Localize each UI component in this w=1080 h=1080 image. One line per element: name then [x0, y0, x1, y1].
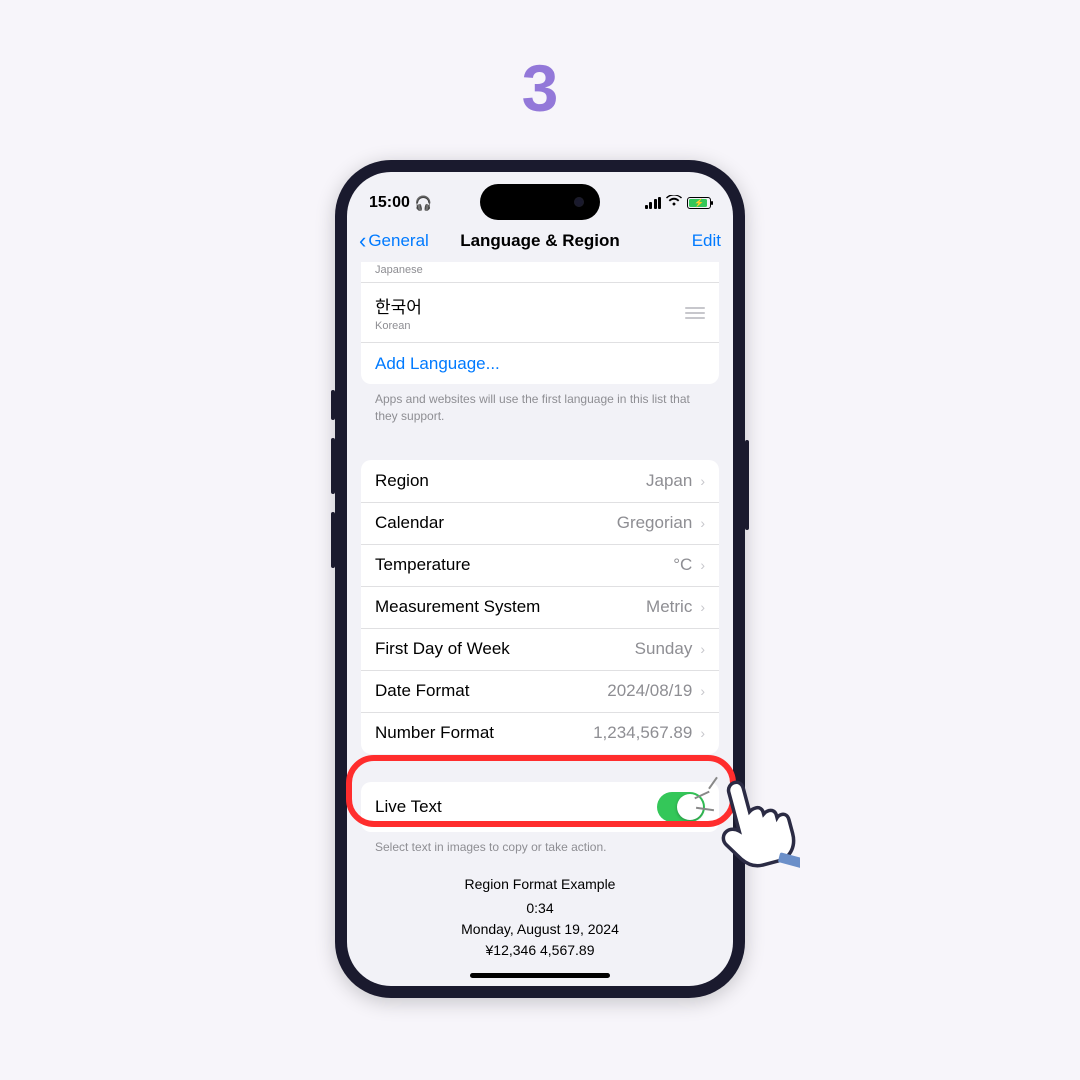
chevron-right-icon: › — [700, 725, 705, 741]
home-indicator[interactable] — [470, 973, 610, 978]
dynamic-island — [480, 184, 600, 220]
date-format-row[interactable]: Date Format 2024/08/19› — [361, 670, 719, 712]
battery-icon: ⚡ — [687, 197, 711, 209]
phone-frame: 15:00 🎧 ⚡ ‹ General Language & Region Ed… — [335, 160, 745, 998]
language-native: 한국어 — [375, 293, 422, 318]
cellular-icon — [645, 197, 662, 209]
language-row-korean[interactable]: 한국어 Korean — [361, 282, 719, 342]
measurement-row[interactable]: Measurement System Metric› — [361, 586, 719, 628]
cursor-hand-icon — [700, 770, 800, 885]
language-row-japanese[interactable]: Japanese — [361, 264, 719, 282]
live-text-group: Live Text — [361, 782, 719, 832]
region-format-example: Region Format Example 0:34 Monday, Augus… — [347, 862, 733, 975]
wifi-icon — [666, 194, 682, 212]
number-format-row[interactable]: Number Format 1,234,567.89› — [361, 712, 719, 754]
calendar-row[interactable]: Calendar Gregorian› — [361, 502, 719, 544]
live-text-row: Live Text — [361, 782, 719, 832]
language-footer-text: Apps and websites will use the first lan… — [347, 384, 733, 432]
chevron-right-icon: › — [700, 515, 705, 531]
chevron-right-icon: › — [700, 473, 705, 489]
add-language-button[interactable]: Add Language... — [361, 342, 719, 384]
chevron-right-icon: › — [700, 557, 705, 573]
edit-button[interactable]: Edit — [692, 231, 721, 251]
language-english: Korean — [375, 320, 422, 332]
chevron-right-icon: › — [700, 599, 705, 615]
drag-handle-icon[interactable] — [685, 307, 705, 319]
temperature-row[interactable]: Temperature °C› — [361, 544, 719, 586]
status-time: 15:00 — [369, 194, 410, 212]
nav-bar: ‹ General Language & Region Edit — [347, 220, 733, 262]
chevron-right-icon: › — [700, 641, 705, 657]
headphones-icon: 🎧 — [415, 195, 432, 212]
language-list: Japanese 한국어 Korean Add Language... — [361, 262, 719, 384]
step-number: 3 — [522, 50, 559, 126]
live-text-footer: Select text in images to copy or take ac… — [347, 832, 733, 863]
first-day-row[interactable]: First Day of Week Sunday› — [361, 628, 719, 670]
page-title: Language & Region — [460, 231, 620, 251]
chevron-right-icon: › — [700, 683, 705, 699]
phone-screen: 15:00 🎧 ⚡ ‹ General Language & Region Ed… — [347, 172, 733, 986]
live-text-label: Live Text — [375, 797, 442, 817]
region-settings-list: Region Japan› Calendar Gregorian› Temper… — [361, 460, 719, 754]
back-button[interactable]: ‹ General — [359, 230, 429, 252]
back-label: General — [368, 231, 428, 251]
region-row[interactable]: Region Japan› — [361, 460, 719, 502]
chevron-left-icon: ‹ — [359, 230, 366, 252]
